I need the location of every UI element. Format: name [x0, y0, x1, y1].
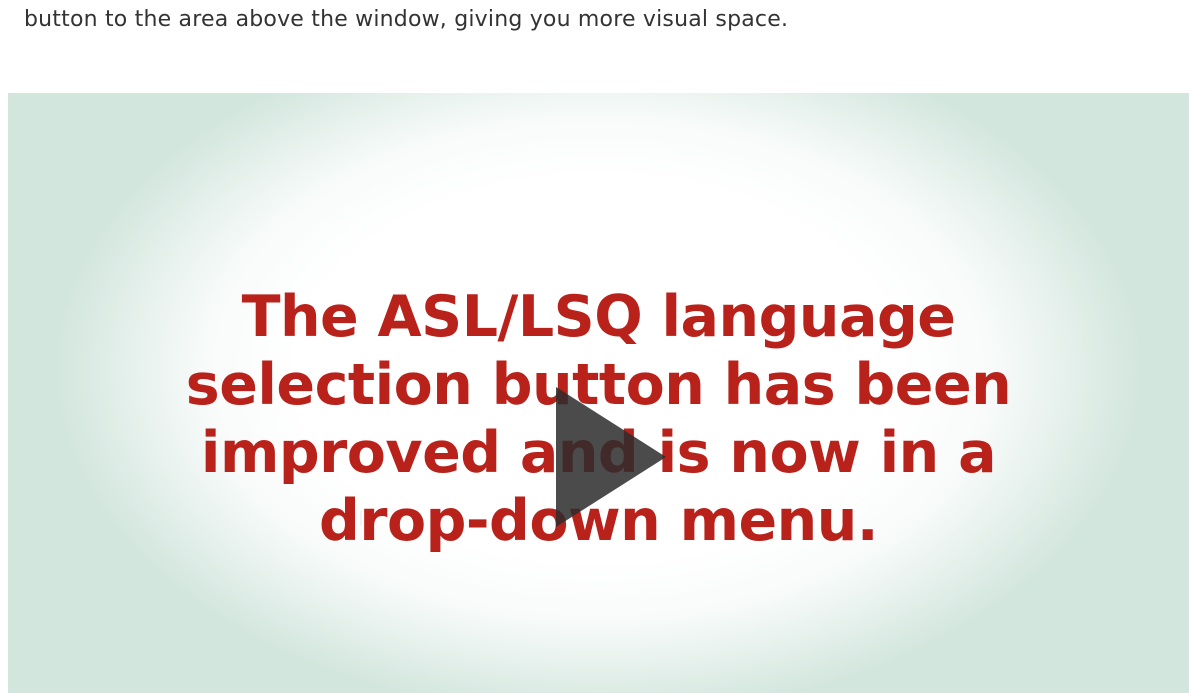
- page: button to the area above the window, giv…: [0, 0, 1189, 693]
- slide-line-1: The ASL/LSQ language: [241, 284, 956, 350]
- play-button[interactable]: [556, 387, 666, 527]
- play-icon: [556, 387, 666, 527]
- text-cursor-mark: [360, 511, 362, 525]
- intro-paragraph: button to the area above the window, giv…: [24, 7, 789, 32]
- video-player[interactable]: The ASL/LSQ language selection button ha…: [8, 93, 1189, 693]
